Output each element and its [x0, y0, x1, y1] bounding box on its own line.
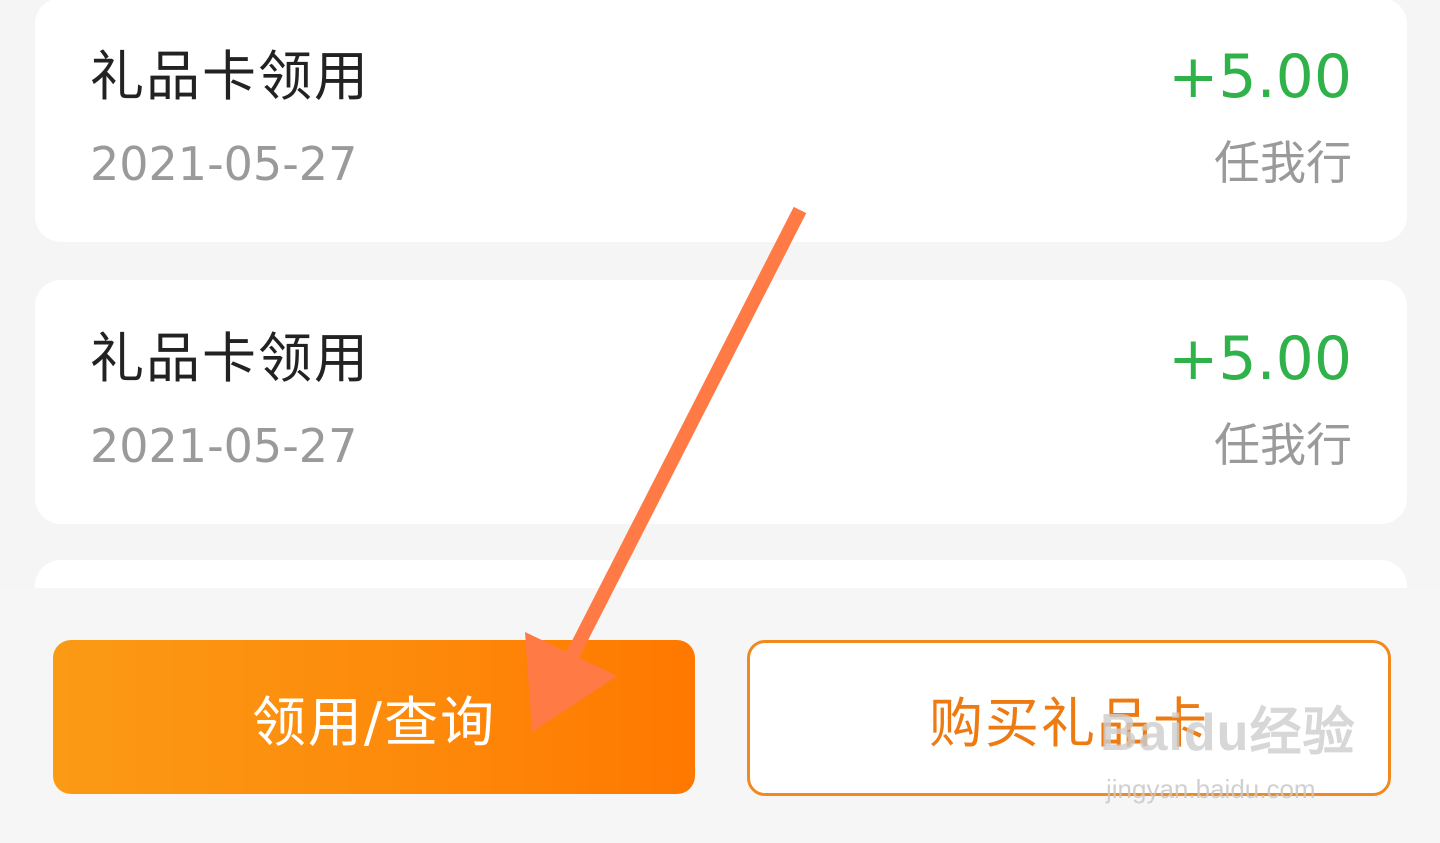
transaction-amount: +5.00	[1168, 324, 1352, 394]
claim-query-button[interactable]: 领用/查询	[53, 640, 695, 794]
transaction-amount: +5.00	[1168, 42, 1352, 112]
gift-card-records-page: 礼品卡领用 2021-05-27 +5.00 任我行 礼品卡领用 2021-05…	[0, 0, 1440, 843]
transaction-card-partial[interactable]	[35, 560, 1407, 588]
transaction-card[interactable]: 礼品卡领用 2021-05-27 +5.00 任我行	[35, 280, 1407, 524]
buy-gift-card-button[interactable]: 购买礼品卡	[747, 640, 1391, 796]
transaction-title: 礼品卡领用	[90, 45, 370, 108]
transaction-title: 礼品卡领用	[90, 327, 370, 390]
transaction-merchant: 任我行	[1214, 418, 1352, 472]
buy-gift-card-button-label: 购买礼品卡	[929, 691, 1209, 755]
transaction-date: 2021-05-27	[90, 137, 358, 191]
claim-query-button-label: 领用/查询	[251, 690, 497, 754]
transaction-card[interactable]: 礼品卡领用 2021-05-27 +5.00 任我行	[35, 0, 1407, 242]
transaction-merchant: 任我行	[1214, 136, 1352, 190]
transaction-list[interactable]: 礼品卡领用 2021-05-27 +5.00 任我行 礼品卡领用 2021-05…	[0, 0, 1440, 588]
transaction-date: 2021-05-27	[90, 419, 358, 473]
